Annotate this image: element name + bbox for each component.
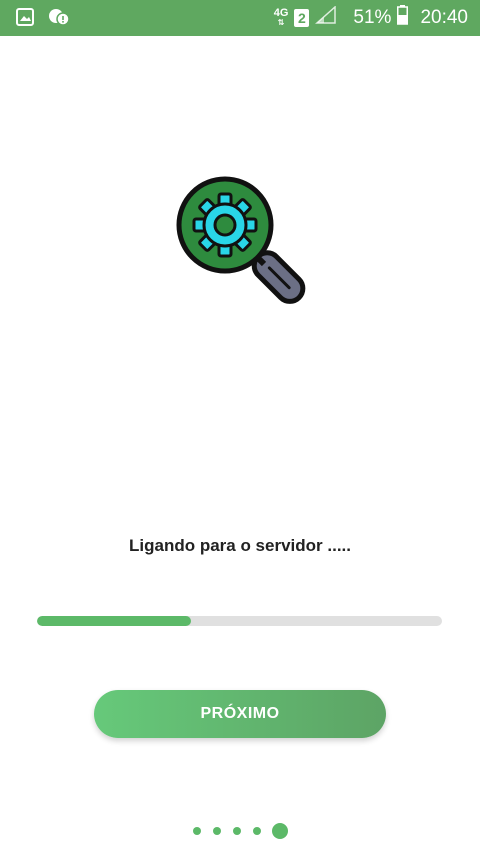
network-type-label: 4G <box>273 7 289 19</box>
battery-percent: 51% <box>353 7 392 28</box>
page-dot <box>253 827 261 835</box>
signal-icon <box>315 5 337 30</box>
network-type-indicator: 4G ⇅ <box>274 8 289 28</box>
progress-bar <box>37 616 442 626</box>
progress-bar-fill <box>37 616 191 626</box>
page-dot <box>193 827 201 835</box>
magnifier-gear-icon <box>170 170 310 310</box>
battery-icon <box>397 5 409 31</box>
clock: 20:40 <box>420 7 468 28</box>
page-dot-active <box>273 824 287 838</box>
page-dot <box>213 827 221 835</box>
status-bar-right: 4G ⇅ 2 51% 20:40 <box>274 0 468 36</box>
setup-screen: 4G ⇅ 2 51% 20:40 Ligando para o servidor… <box>0 0 480 853</box>
gallery-icon <box>16 8 34 31</box>
sim-slot-badge: 2 <box>294 9 310 27</box>
status-bar-left <box>16 8 70 31</box>
status-bar: 4G ⇅ 2 51% 20:40 <box>0 0 480 36</box>
chat-notification-icon <box>48 8 70 31</box>
page-dot <box>233 827 241 835</box>
connection-status-text: Ligando para o servidor ..... <box>129 536 351 555</box>
next-button[interactable]: PRÓXIMO <box>94 690 386 738</box>
data-arrows-icon: ⇅ <box>277 18 285 27</box>
page-indicator <box>0 824 480 838</box>
